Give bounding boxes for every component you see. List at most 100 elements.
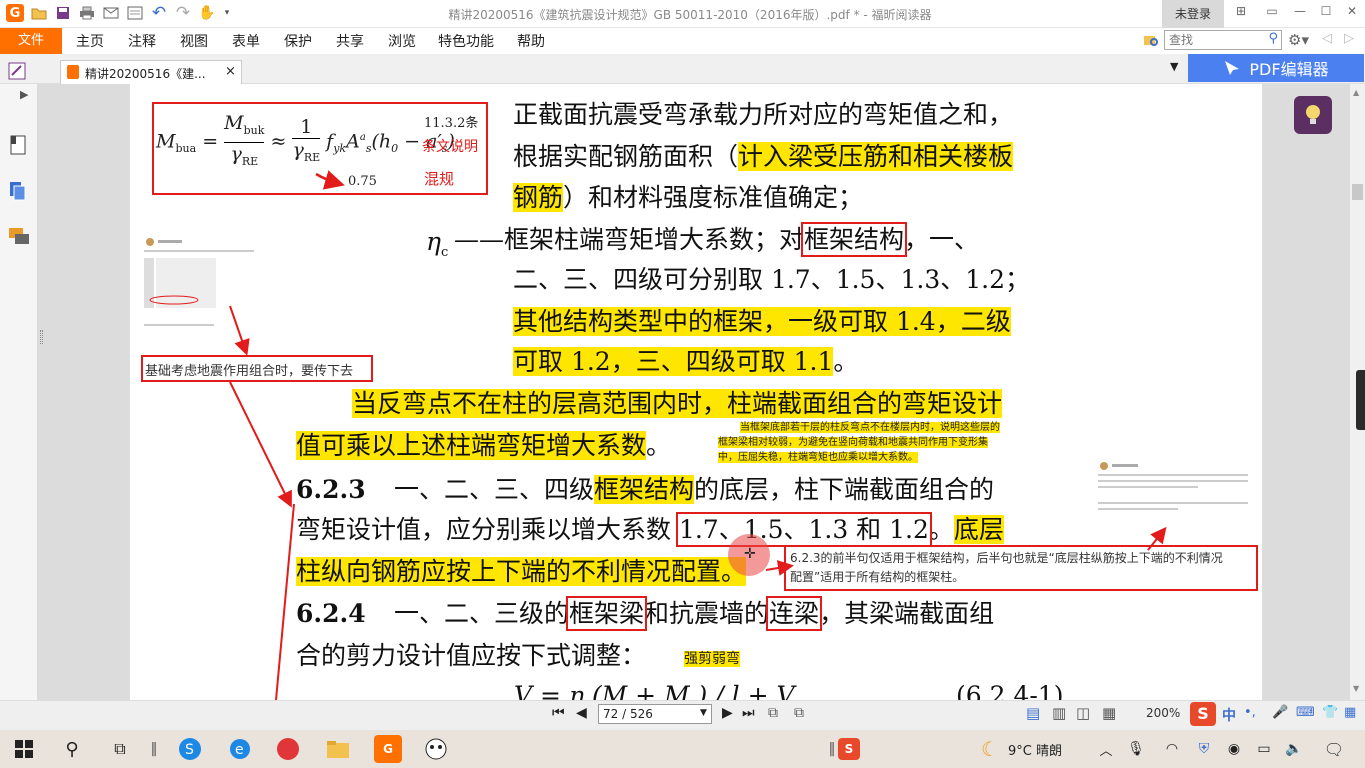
battery-icon[interactable]: ▭ bbox=[1250, 735, 1278, 763]
undo-icon[interactable]: ↶ bbox=[150, 3, 168, 23]
find-folder-icon[interactable] bbox=[1143, 32, 1159, 48]
page-number-input[interactable]: 72 / 526 bbox=[598, 704, 712, 724]
maximize-icon[interactable]: ☐ bbox=[1316, 4, 1336, 22]
pdf-editor-icon bbox=[1225, 61, 1240, 75]
menu-view[interactable]: 视图 bbox=[180, 31, 208, 51]
tab-close-icon[interactable]: × bbox=[225, 64, 236, 79]
restore-icon[interactable]: ▭ bbox=[1262, 4, 1282, 22]
print-icon[interactable] bbox=[78, 4, 96, 22]
search-box[interactable]: ⚲ bbox=[1164, 30, 1282, 50]
form-icon[interactable] bbox=[126, 4, 144, 22]
pdf-file-icon bbox=[67, 65, 79, 79]
pdf-editor-button[interactable]: PDF编辑器 bbox=[1188, 54, 1364, 82]
search-icon[interactable]: ⚲ bbox=[1268, 31, 1278, 46]
pdf-page: Mbua = Mbuk γRE ≈ 1 γRE fykAas(h0 − a′s) 1… bbox=[130, 84, 1262, 700]
network-icon[interactable]: ◠ bbox=[1158, 735, 1186, 763]
panel-splitter-handle[interactable] bbox=[40, 330, 43, 344]
mail-icon[interactable] bbox=[102, 4, 120, 22]
pdf-editor-label: PDF编辑器 bbox=[1249, 60, 1329, 79]
search-taskbar-icon[interactable]: ⚲ bbox=[58, 735, 86, 763]
svg-text:e: e bbox=[235, 742, 244, 758]
prev-page-icon[interactable]: ◀ bbox=[576, 705, 587, 721]
tab-label: 精讲20200516《建... bbox=[85, 67, 206, 81]
single-page-view-icon[interactable]: ▤ bbox=[1026, 704, 1040, 722]
security-shield-icon[interactable]: ⛨ bbox=[1190, 735, 1218, 763]
app-360-icon[interactable] bbox=[274, 735, 302, 763]
tray-mic-icon[interactable]: 🎙 bbox=[1122, 735, 1150, 763]
menu-home[interactable]: 主页 bbox=[76, 31, 104, 51]
sogou-browser-icon[interactable]: S bbox=[176, 735, 204, 763]
menu-comment[interactable]: 注释 bbox=[128, 31, 156, 51]
ime-keyboard-icon[interactable]: ⌨ bbox=[1296, 705, 1315, 720]
zoom-level[interactable]: 200% bbox=[1146, 706, 1180, 720]
hand-tool-icon[interactable]: ✋ bbox=[198, 4, 216, 22]
nav-prev-icon[interactable]: ◁ bbox=[1322, 31, 1332, 46]
sogou-tray-icon[interactable]: S bbox=[838, 738, 860, 760]
last-page-icon[interactable]: ⏭ bbox=[742, 705, 755, 721]
close-icon[interactable]: ✕ bbox=[1342, 4, 1362, 22]
minimize-icon[interactable]: — bbox=[1290, 4, 1310, 22]
bookmark-page-icon[interactable] bbox=[8, 134, 30, 156]
comments-icon[interactable] bbox=[8, 226, 30, 248]
volume-icon[interactable]: 🔈 bbox=[1280, 735, 1308, 763]
menu-help[interactable]: 帮助 bbox=[517, 31, 545, 51]
app-logo-icon[interactable]: G bbox=[6, 4, 24, 22]
scroll-thumb[interactable] bbox=[1352, 184, 1363, 200]
lightbulb-icon[interactable] bbox=[1294, 96, 1332, 134]
scroll-up-icon[interactable]: ▲ bbox=[1353, 88, 1359, 97]
next-view-icon[interactable]: ⧉ bbox=[794, 705, 804, 721]
menu-browse[interactable]: 浏览 bbox=[388, 31, 416, 51]
ime-skin-icon[interactable]: 👕 bbox=[1322, 705, 1338, 720]
menu-file[interactable]: 文件 bbox=[0, 28, 62, 54]
prev-view-icon[interactable]: ⧉ bbox=[768, 705, 778, 721]
ime-mode-label[interactable]: 中 bbox=[1222, 705, 1236, 725]
tab-app-icon[interactable] bbox=[8, 62, 26, 80]
nav-next-icon[interactable]: ▷ bbox=[1344, 31, 1354, 46]
menu-share[interactable]: 共享 bbox=[336, 31, 364, 51]
continuous-view-icon[interactable]: ▥ bbox=[1052, 704, 1066, 722]
document-tab[interactable]: 精讲20200516《建... × bbox=[60, 60, 242, 84]
ime-punct-icon[interactable]: •, bbox=[1244, 705, 1256, 720]
tray-chevron-up-icon[interactable]: ︿ bbox=[1092, 735, 1120, 763]
weather-moon-icon: ☾ bbox=[981, 737, 999, 761]
settings-icon[interactable]: ⚙▾ bbox=[1288, 31, 1309, 49]
weather-text[interactable]: 9°C 晴朗 bbox=[1008, 740, 1062, 759]
sogou-ime-icon[interactable]: S bbox=[1190, 702, 1216, 726]
svg-text:S: S bbox=[185, 742, 194, 758]
foxit-reader-taskbar-icon[interactable]: G bbox=[374, 735, 402, 763]
ime-mic-icon[interactable]: 🎤 bbox=[1272, 705, 1288, 720]
chevron-down-icon[interactable]: ▾ bbox=[218, 4, 236, 22]
windows-start-icon[interactable] bbox=[10, 735, 38, 763]
taskbar-divider-icon: ‖ bbox=[150, 741, 158, 757]
facing-view-icon[interactable]: ◫ bbox=[1076, 704, 1090, 722]
menu-features[interactable]: 特色功能 bbox=[438, 31, 494, 51]
task-view-icon[interactable]: ⧉ bbox=[106, 735, 134, 763]
side-dock-tab[interactable] bbox=[1356, 370, 1365, 430]
next-page-icon[interactable]: ▶ bbox=[722, 705, 733, 721]
page-dropdown-icon[interactable]: ▼ bbox=[700, 708, 707, 718]
ie-browser-icon[interactable]: e bbox=[226, 735, 254, 763]
tab-list-chevron-icon[interactable]: ▼ bbox=[1170, 60, 1178, 73]
notification-icon[interactable]: 🗨 bbox=[1320, 735, 1348, 763]
cover-view-icon[interactable]: ▦ bbox=[1102, 704, 1116, 722]
window-title: 精讲20200516《建筑抗震设计规范》GB 50011-2010（2016年版… bbox=[448, 8, 932, 22]
page-gutter-left bbox=[38, 84, 130, 700]
login-button[interactable]: 未登录 bbox=[1162, 0, 1224, 28]
menu-protect[interactable]: 保护 bbox=[284, 31, 312, 51]
first-page-icon[interactable]: ⏮ bbox=[552, 705, 565, 721]
grid-icon[interactable]: ⊞ bbox=[1231, 4, 1251, 22]
menu-form[interactable]: 表单 bbox=[232, 31, 260, 51]
save-icon[interactable] bbox=[54, 4, 72, 22]
pages-icon[interactable] bbox=[8, 180, 30, 202]
page-gutter-right bbox=[1262, 84, 1350, 700]
title-bar: G ↶ ↷ ✋ ▾ 精讲20200516《建筑抗震设计规范》GB 50011-2… bbox=[0, 0, 1365, 28]
open-folder-icon[interactable] bbox=[30, 4, 48, 22]
file-explorer-icon[interactable] bbox=[324, 735, 352, 763]
redo-icon[interactable]: ↷ bbox=[174, 3, 192, 23]
qq-penguin-icon[interactable]: ◉ bbox=[1220, 735, 1248, 763]
panda-app-icon[interactable] bbox=[422, 735, 450, 763]
search-input[interactable] bbox=[1165, 31, 1260, 49]
left-panel: ▶ bbox=[0, 84, 38, 700]
ime-menu-icon[interactable]: ▦ bbox=[1344, 705, 1356, 720]
scroll-down-icon[interactable]: ▼ bbox=[1353, 684, 1359, 693]
